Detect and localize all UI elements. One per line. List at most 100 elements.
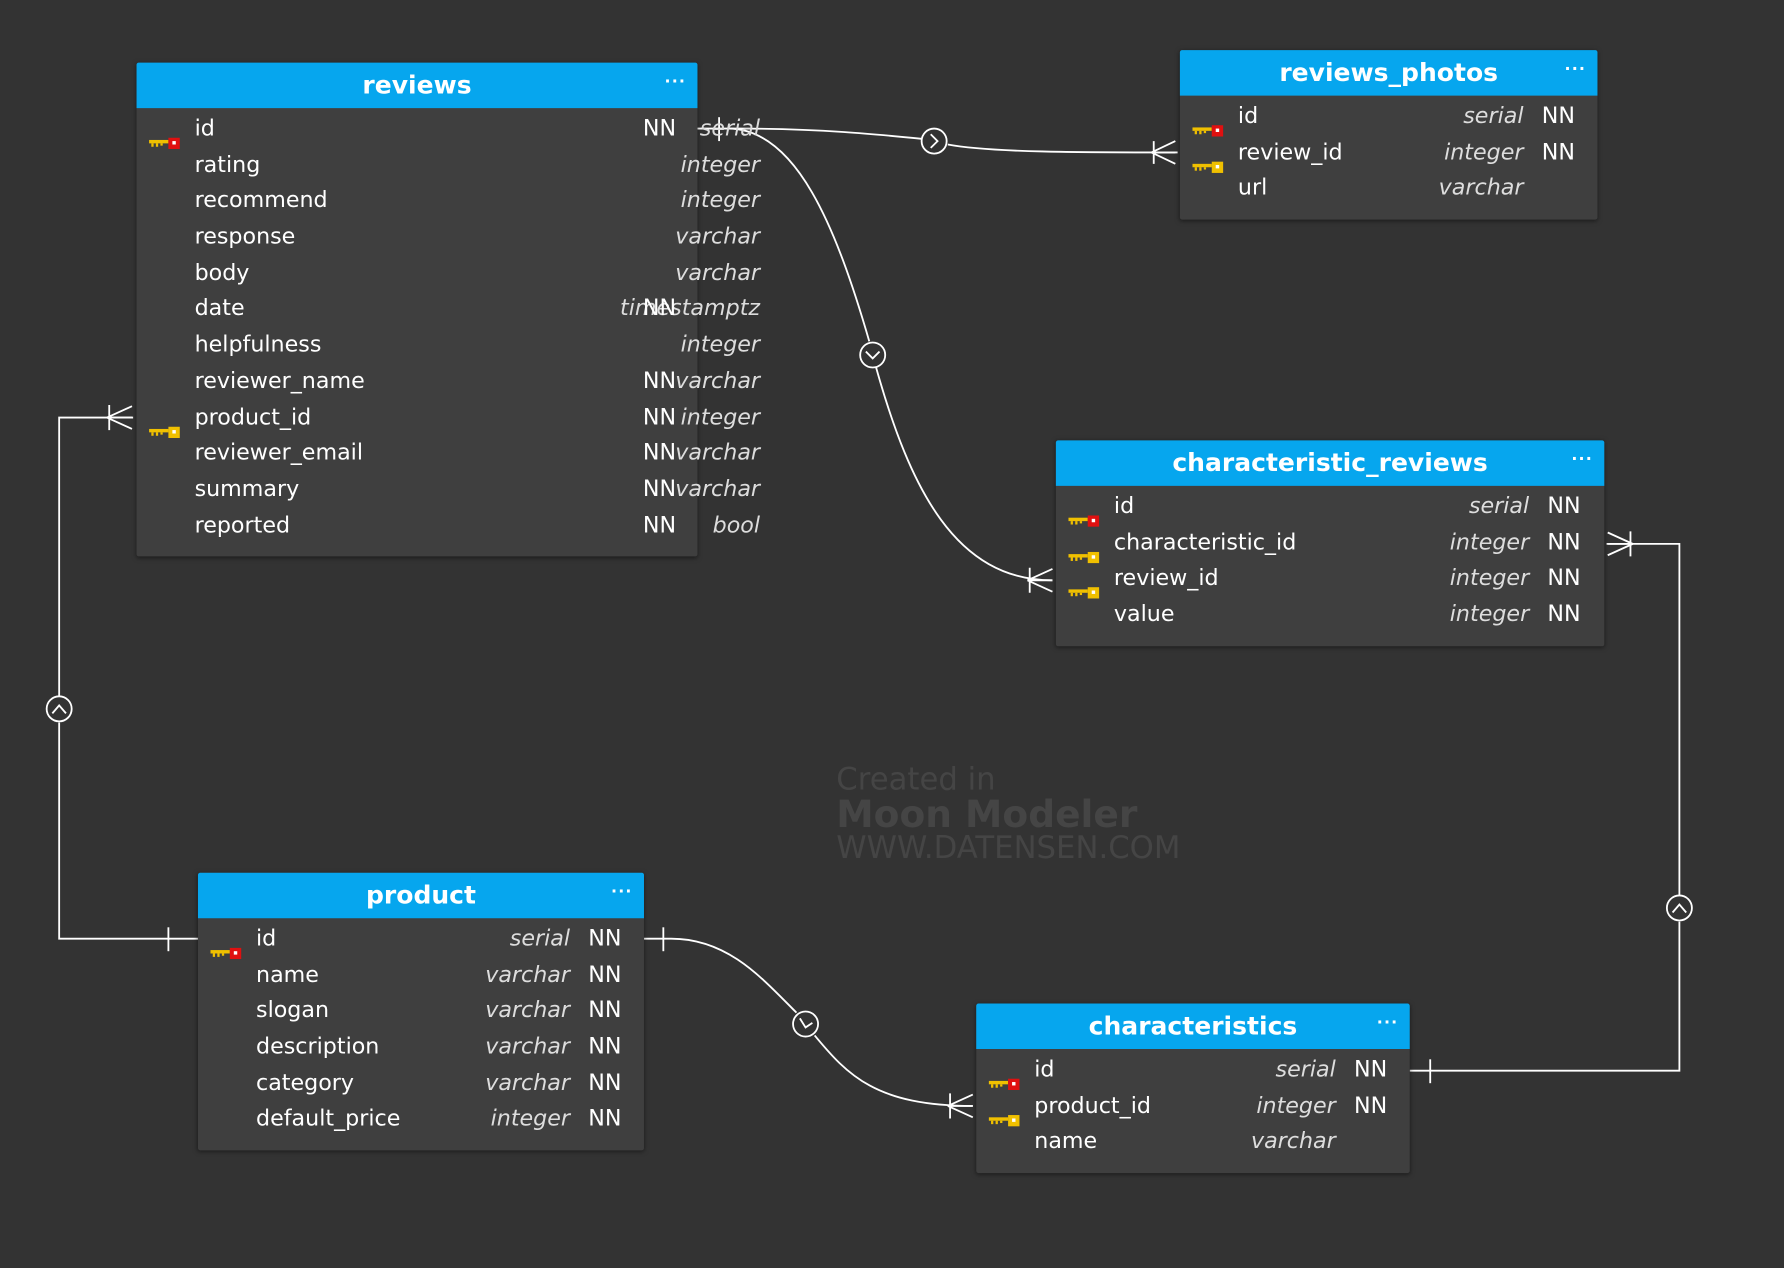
not-null-flag: NN [588,997,622,1024]
table-menu-icon[interactable]: ··· [611,868,633,916]
primary-key-icon [1068,502,1100,527]
column-name: name [1034,1127,1098,1155]
column-name: summary [194,475,300,502]
column-name: rating [194,150,261,178]
column-name: product_id [194,403,312,430]
not-null-flag: NN [1547,564,1581,591]
column-row[interactable]: category varchar NN [198,1065,644,1101]
table-header[interactable]: product ··· [197,872,644,919]
not-null-flag: NN [1353,1091,1388,1119]
not-null-flag: NN [1547,600,1581,627]
column-name: id [256,925,277,952]
not-null-flag: NN [588,925,622,952]
column-name: name [256,961,319,988]
table-menu-icon[interactable]: ··· [1565,46,1587,94]
not-null-flag: NN [642,403,677,430]
rel-reviews-characteristic-reviews[interactable] [728,127,1053,593]
column-row[interactable]: id serial NN [1180,98,1598,137]
column-row[interactable]: product_id integer NN [976,1087,1410,1127]
column-type: integer [1449,564,1530,591]
column-row[interactable]: id serial NN [1056,488,1604,527]
not-null-flag: NN [1547,492,1581,519]
column-name: description [256,1033,380,1060]
column-row[interactable]: body varchar [137,255,760,291]
column-row[interactable]: id serial NN [976,1051,1410,1091]
column-name: id [1237,102,1259,129]
foreign-key-icon [988,1101,1021,1127]
column-name: slogan [256,997,330,1024]
table-menu-icon[interactable]: ··· [1377,999,1399,1047]
watermark-url: WWW.DATENSEN.COM [836,830,1181,866]
column-row[interactable]: review_id integer NN [1056,560,1604,599]
column-type: integer [1444,138,1524,165]
chevron-circle-icon [859,341,887,369]
column-row[interactable]: recommend integer [137,182,760,218]
column-row[interactable]: helpfulness integer [137,327,760,363]
column-row[interactable]: reviewer_email varchar NN [137,435,760,471]
primary-key-icon [210,934,242,960]
column-name: id [1113,492,1135,519]
column-row[interactable]: review_id integer NN [1180,134,1598,173]
table-title: characteristic_reviews [1172,449,1488,478]
column-row[interactable]: summary varchar NN [137,471,760,507]
primary-key-icon [1192,112,1224,137]
column-row[interactable]: slogan varchar NN [198,993,644,1029]
column-row[interactable]: value integer NN [1056,596,1604,632]
chevron-circle-icon [920,127,948,155]
foreign-key-icon [1068,574,1100,599]
not-null-flag: NN [642,475,677,502]
table-title: reviews_photos [1279,59,1499,88]
column-row[interactable]: response varchar [137,219,760,255]
rel-reviews-reviews-photos[interactable] [697,117,1178,165]
column-row[interactable]: default_price integer NN [198,1101,644,1137]
not-null-flag: NN [1353,1055,1388,1083]
column-type: integer [490,1105,571,1132]
table-menu-icon[interactable]: ··· [665,58,687,106]
table-reviews[interactable]: reviews ··· id serial NN rating integer recomme… [136,62,760,557]
table-characteristic-reviews[interactable]: characteristic_reviews ··· id serial NN chara… [1055,440,1605,646]
table-menu-icon[interactable]: ··· [1571,436,1593,484]
column-type: varchar [485,961,571,988]
table-product[interactable]: product ··· id serial NN name varchar NN slogan v… [197,872,644,1151]
column-row[interactable]: id serial NN [137,110,760,150]
column-name: default_price [256,1105,401,1132]
column-row[interactable]: date timestamptz NN [137,291,760,327]
rel-product-characteristics[interactable] [643,927,974,1119]
column-row[interactable]: rating integer [137,146,760,182]
column-row[interactable]: reviewer_name varchar NN [137,363,760,399]
primary-key-icon [149,124,181,150]
column-name: id [1034,1055,1055,1083]
column-name: reported [194,511,291,538]
column-row[interactable]: id serial NN [198,920,644,960]
chevron-circle-icon [792,1010,819,1038]
column-row[interactable]: product_id integer NN [137,399,760,438]
column-type: integer [1256,1091,1336,1119]
column-row[interactable]: characteristic_id integer NN [1056,524,1604,563]
column-type: integer [1449,528,1530,555]
column-type: serial [509,925,571,952]
table-characteristics[interactable]: characteristics ··· id serial NN product_id in… [976,1003,1410,1174]
primary-key-icon [988,1065,1021,1091]
column-name: category [256,1069,355,1096]
table-header[interactable]: characteristic_reviews ··· [1055,440,1605,486]
column-name: review_id [1113,564,1219,591]
column-type: varchar [485,1033,571,1060]
not-null-flag: NN [642,439,677,466]
column-name: date [194,295,245,322]
not-null-flag: NN [588,1033,622,1060]
column-row[interactable]: name varchar NN [198,957,644,993]
column-name: response [194,223,296,250]
column-name: body [194,259,250,286]
watermark-line1: Created in [836,762,996,798]
table-reviews-photos[interactable]: reviews_photos ··· id serial NN review_id inte… [1179,50,1598,220]
table-header[interactable]: reviews ··· [136,62,698,109]
column-row[interactable]: url varchar [1180,170,1598,206]
column-row[interactable]: description varchar NN [198,1029,644,1065]
column-row[interactable]: name varchar [976,1123,1410,1159]
table-header[interactable]: characteristics ··· [976,1003,1410,1050]
column-row[interactable]: reported bool NN [137,507,760,543]
column-type: varchar [675,223,761,250]
foreign-key-icon [1068,538,1100,563]
table-header[interactable]: reviews_photos ··· [1179,50,1598,96]
column-type: varchar [485,1069,571,1096]
